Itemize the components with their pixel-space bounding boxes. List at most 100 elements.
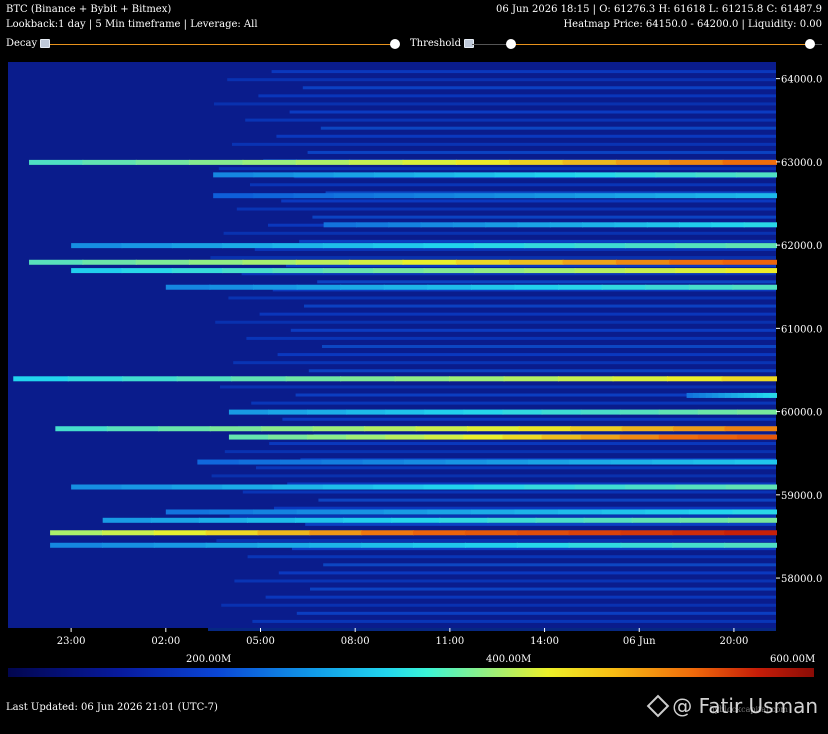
liquidity-band-segment — [727, 517, 777, 523]
liquidity-band-segment — [652, 459, 695, 465]
liquidity-band-segment — [535, 517, 585, 523]
liquidity-band-segment — [524, 243, 576, 249]
liquidity-band-segment — [744, 392, 752, 398]
liquidity-band-segment — [71, 243, 123, 249]
liquidity-band-segment — [722, 159, 777, 165]
liquidity-band-segment — [135, 159, 191, 165]
liquidity-band-segment — [743, 222, 777, 228]
heatmap-price-readout: Heatmap Price: 64150.0 - 64200.0 | Liqui… — [563, 19, 822, 30]
y-axis-tick-label: 59000.0 — [781, 491, 822, 502]
liquidity-band-segment — [402, 259, 457, 265]
liquidity-band-segment — [697, 409, 738, 415]
scale-tick-label: 400.00M — [486, 654, 532, 665]
liquidity-band-segment — [213, 193, 255, 199]
liquidity-band-segment — [583, 517, 633, 523]
liquidity-band-segment — [373, 193, 416, 199]
liquidity-band-segment — [228, 409, 270, 415]
liquidity-band-segment — [721, 376, 777, 382]
liquidity-band-segment — [562, 259, 617, 265]
liquidity-band-segment — [176, 376, 233, 382]
liquidity-band-segment — [362, 459, 406, 465]
liquidity-band-segment — [615, 159, 671, 165]
liquidity-band — [228, 296, 776, 300]
liquidity-band — [228, 409, 777, 415]
liquidity-band-segment — [209, 284, 254, 290]
liquidity-band — [307, 150, 776, 154]
liquidity-band — [55, 426, 777, 432]
liquidity-band-segment — [679, 517, 729, 523]
liquidity-band-segment — [558, 509, 603, 515]
x-axis-tick-label: 11:00 — [435, 636, 464, 647]
liquidity-band-segment — [252, 284, 298, 290]
liquidity-band — [246, 336, 776, 340]
liquidity-band — [269, 442, 776, 446]
liquidity-band-segment — [197, 459, 240, 465]
liquidity-band-segment — [205, 542, 259, 548]
threshold-slider-low-handle[interactable] — [505, 39, 516, 49]
liquidity-band-segment — [414, 172, 456, 178]
liquidity-band — [234, 579, 776, 583]
liquidity-band-segment — [355, 222, 390, 228]
watermark: @ Fatir Usman — [646, 694, 818, 718]
liquidity-band-segment — [494, 193, 536, 199]
liquidity-band-segment — [502, 409, 543, 415]
liquidity-band-segment — [222, 484, 274, 490]
liquidity-band-segment — [439, 517, 489, 523]
threshold-slider-high-handle[interactable] — [805, 39, 816, 49]
liquidity-band-segment — [122, 376, 178, 382]
liquidity-band-segment — [549, 222, 584, 228]
liquidity-band-segment — [574, 268, 626, 274]
liquidity-band — [214, 102, 776, 106]
liquidity-band — [71, 243, 777, 249]
liquidity-band-segment — [29, 159, 84, 165]
liquidation-heatmap-chart[interactable]: 64000.0 63000.0 62000.0 61000.0 60000.0 59000… — [0, 62, 828, 648]
liquidity-band-segment — [697, 434, 738, 440]
liquidity-band-segment — [209, 509, 254, 515]
liquidity-band-segment — [580, 409, 621, 415]
liquidity-band-segment — [601, 509, 647, 515]
liquidity-band-segment — [82, 259, 137, 265]
liquidity-band — [305, 522, 776, 526]
liquidity-band-segment — [296, 284, 342, 290]
liquidity-band — [271, 70, 776, 74]
liquidity-band-segment — [238, 459, 282, 465]
liquidity-band-segment — [373, 243, 425, 249]
liquidity-band-segment — [135, 259, 191, 265]
liquidity-band-segment — [464, 530, 518, 536]
last-updated-text: Last Updated: 06 Jun 2026 21:01 (UTC-7) — [6, 702, 218, 713]
liquidity-band-segment — [610, 459, 654, 465]
liquidity-band-segment — [655, 172, 697, 178]
liquidity-band-segment — [601, 284, 647, 290]
liquidity-band-segment — [295, 259, 351, 265]
liquidity-band — [165, 284, 777, 290]
scale-tick-label: 200.00M — [186, 654, 232, 665]
y-axis-tick-label: 58000.0 — [781, 574, 822, 585]
info-icon[interactable] — [40, 39, 51, 48]
liquidity-band — [50, 542, 777, 548]
liquidity-band — [276, 134, 776, 138]
liquidity-band-segment — [558, 284, 603, 290]
liquidity-band-segment — [420, 222, 454, 228]
liquidity-band-segment — [102, 517, 152, 523]
liquidity-band-segment — [454, 193, 496, 199]
liquidity-band — [312, 215, 776, 219]
liquidity-band-segment — [541, 434, 582, 440]
liquidity-band-segment — [343, 517, 393, 523]
liquidity-band-segment — [736, 409, 777, 415]
liquidity-band-segment — [322, 268, 375, 274]
liquidity-band-segment — [213, 172, 255, 178]
liquidity-band-segment — [679, 222, 713, 228]
liquidity-band-segment — [732, 509, 777, 515]
liquidity-band-segment — [71, 268, 123, 274]
liquidity-band-segment — [414, 193, 456, 199]
decay-slider-track[interactable] — [50, 44, 395, 45]
liquidity-band-segment — [724, 392, 733, 398]
decay-slider-handle[interactable] — [390, 39, 400, 49]
liquidity-band-segment — [756, 392, 765, 398]
liquidity-band-segment — [333, 193, 375, 199]
liquidity-band-segment — [534, 172, 576, 178]
liquidity-band — [29, 159, 777, 165]
liquidity-band — [102, 517, 777, 523]
liquidity-band — [71, 484, 777, 490]
liquidity-band-segment — [619, 409, 660, 415]
